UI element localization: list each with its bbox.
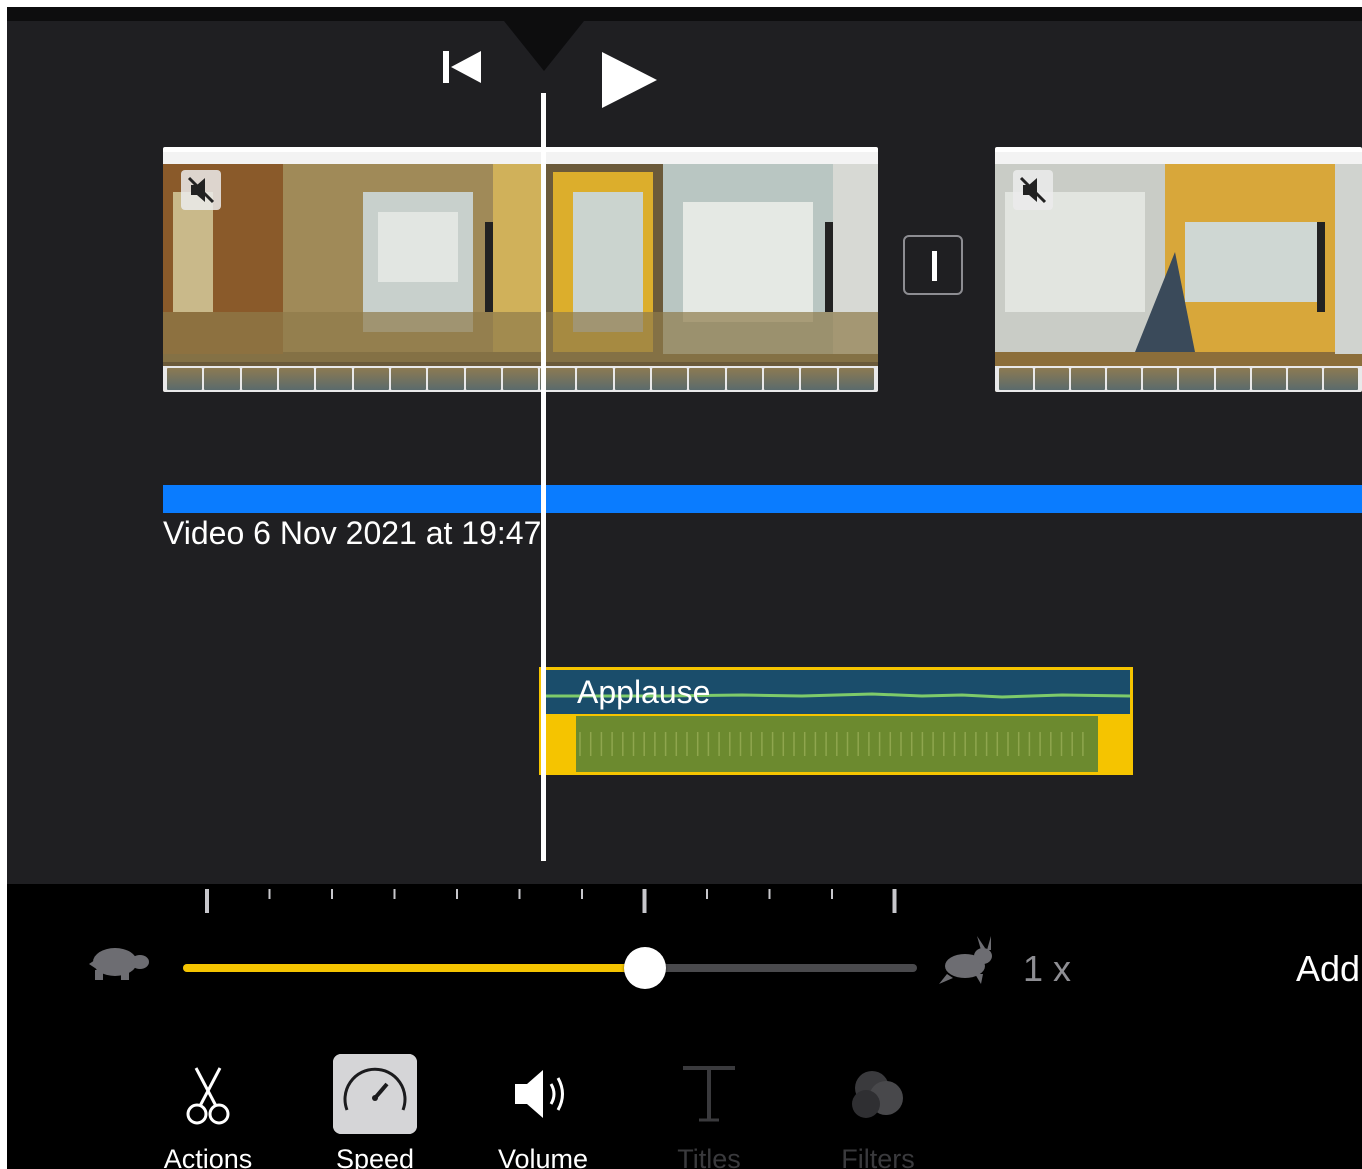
scissors-icon <box>186 1067 230 1125</box>
speedometer-icon <box>333 1054 417 1134</box>
audio-clip-body <box>576 716 1098 772</box>
speaker-icon <box>515 1070 564 1118</box>
speed-ruler <box>205 889 897 913</box>
tool-actions-label: Actions <box>163 1144 253 1169</box>
audio-clip[interactable]: Applause <box>539 667 1133 775</box>
clip-1-thumbnail <box>163 152 878 392</box>
speed-controls-panel: 1 x Add Actions Speed Volume Titles Filt… <box>7 884 1362 1169</box>
tool-titles[interactable]: Titles <box>644 1052 774 1169</box>
filmstrip <box>163 366 878 392</box>
speed-slider[interactable] <box>183 947 917 989</box>
video-clip-2[interactable] <box>995 147 1362 392</box>
tool-actions[interactable]: Actions <box>143 1052 273 1169</box>
video-clip-1[interactable] <box>163 147 878 392</box>
clip-label: Video 6 Nov 2021 at 19:47 <box>163 515 542 551</box>
speed-slider-fill <box>183 964 645 972</box>
play-button[interactable] <box>599 49 661 111</box>
video-editor: Video 6 Nov 2021 at 19:47 Applause 1 x A… <box>7 7 1362 1169</box>
turtle-icon <box>89 948 149 980</box>
tool-volume-label: Volume <box>497 1144 589 1169</box>
filmstrip <box>995 366 1362 392</box>
hare-icon <box>939 936 992 984</box>
tool-titles-label: Titles <box>677 1144 741 1169</box>
transition-button[interactable] <box>903 235 963 295</box>
add-button[interactable]: Add <box>1296 948 1360 990</box>
timeline[interactable]: Video 6 Nov 2021 at 19:47 Applause <box>7 7 1362 884</box>
skip-to-start-icon <box>443 51 481 83</box>
top-bar <box>7 7 1362 21</box>
tool-speed-label: Speed <box>335 1144 415 1169</box>
muted-speaker-icon <box>1019 176 1047 204</box>
filters-circles-icon <box>852 1071 903 1118</box>
tool-filters-label: Filters <box>841 1144 915 1169</box>
playhead[interactable] <box>541 93 546 861</box>
tool-filters[interactable]: Filters <box>813 1052 943 1169</box>
muted-indicator <box>1013 170 1053 210</box>
text-t-icon <box>683 1066 735 1122</box>
skip-to-start-button[interactable] <box>441 49 483 85</box>
speed-readout: 1 x <box>1023 948 1072 989</box>
video-track-bar[interactable] <box>163 485 1362 513</box>
audio-clip-title: Applause <box>577 674 711 710</box>
tool-volume[interactable]: Volume <box>478 1052 608 1169</box>
playhead-notch <box>504 21 584 71</box>
audio-ticks <box>579 732 1084 756</box>
play-icon <box>602 52 657 108</box>
muted-indicator <box>181 170 221 210</box>
speed-slider-knob[interactable] <box>624 947 666 989</box>
tool-speed[interactable]: Speed <box>310 1052 440 1169</box>
muted-speaker-icon <box>187 176 215 204</box>
